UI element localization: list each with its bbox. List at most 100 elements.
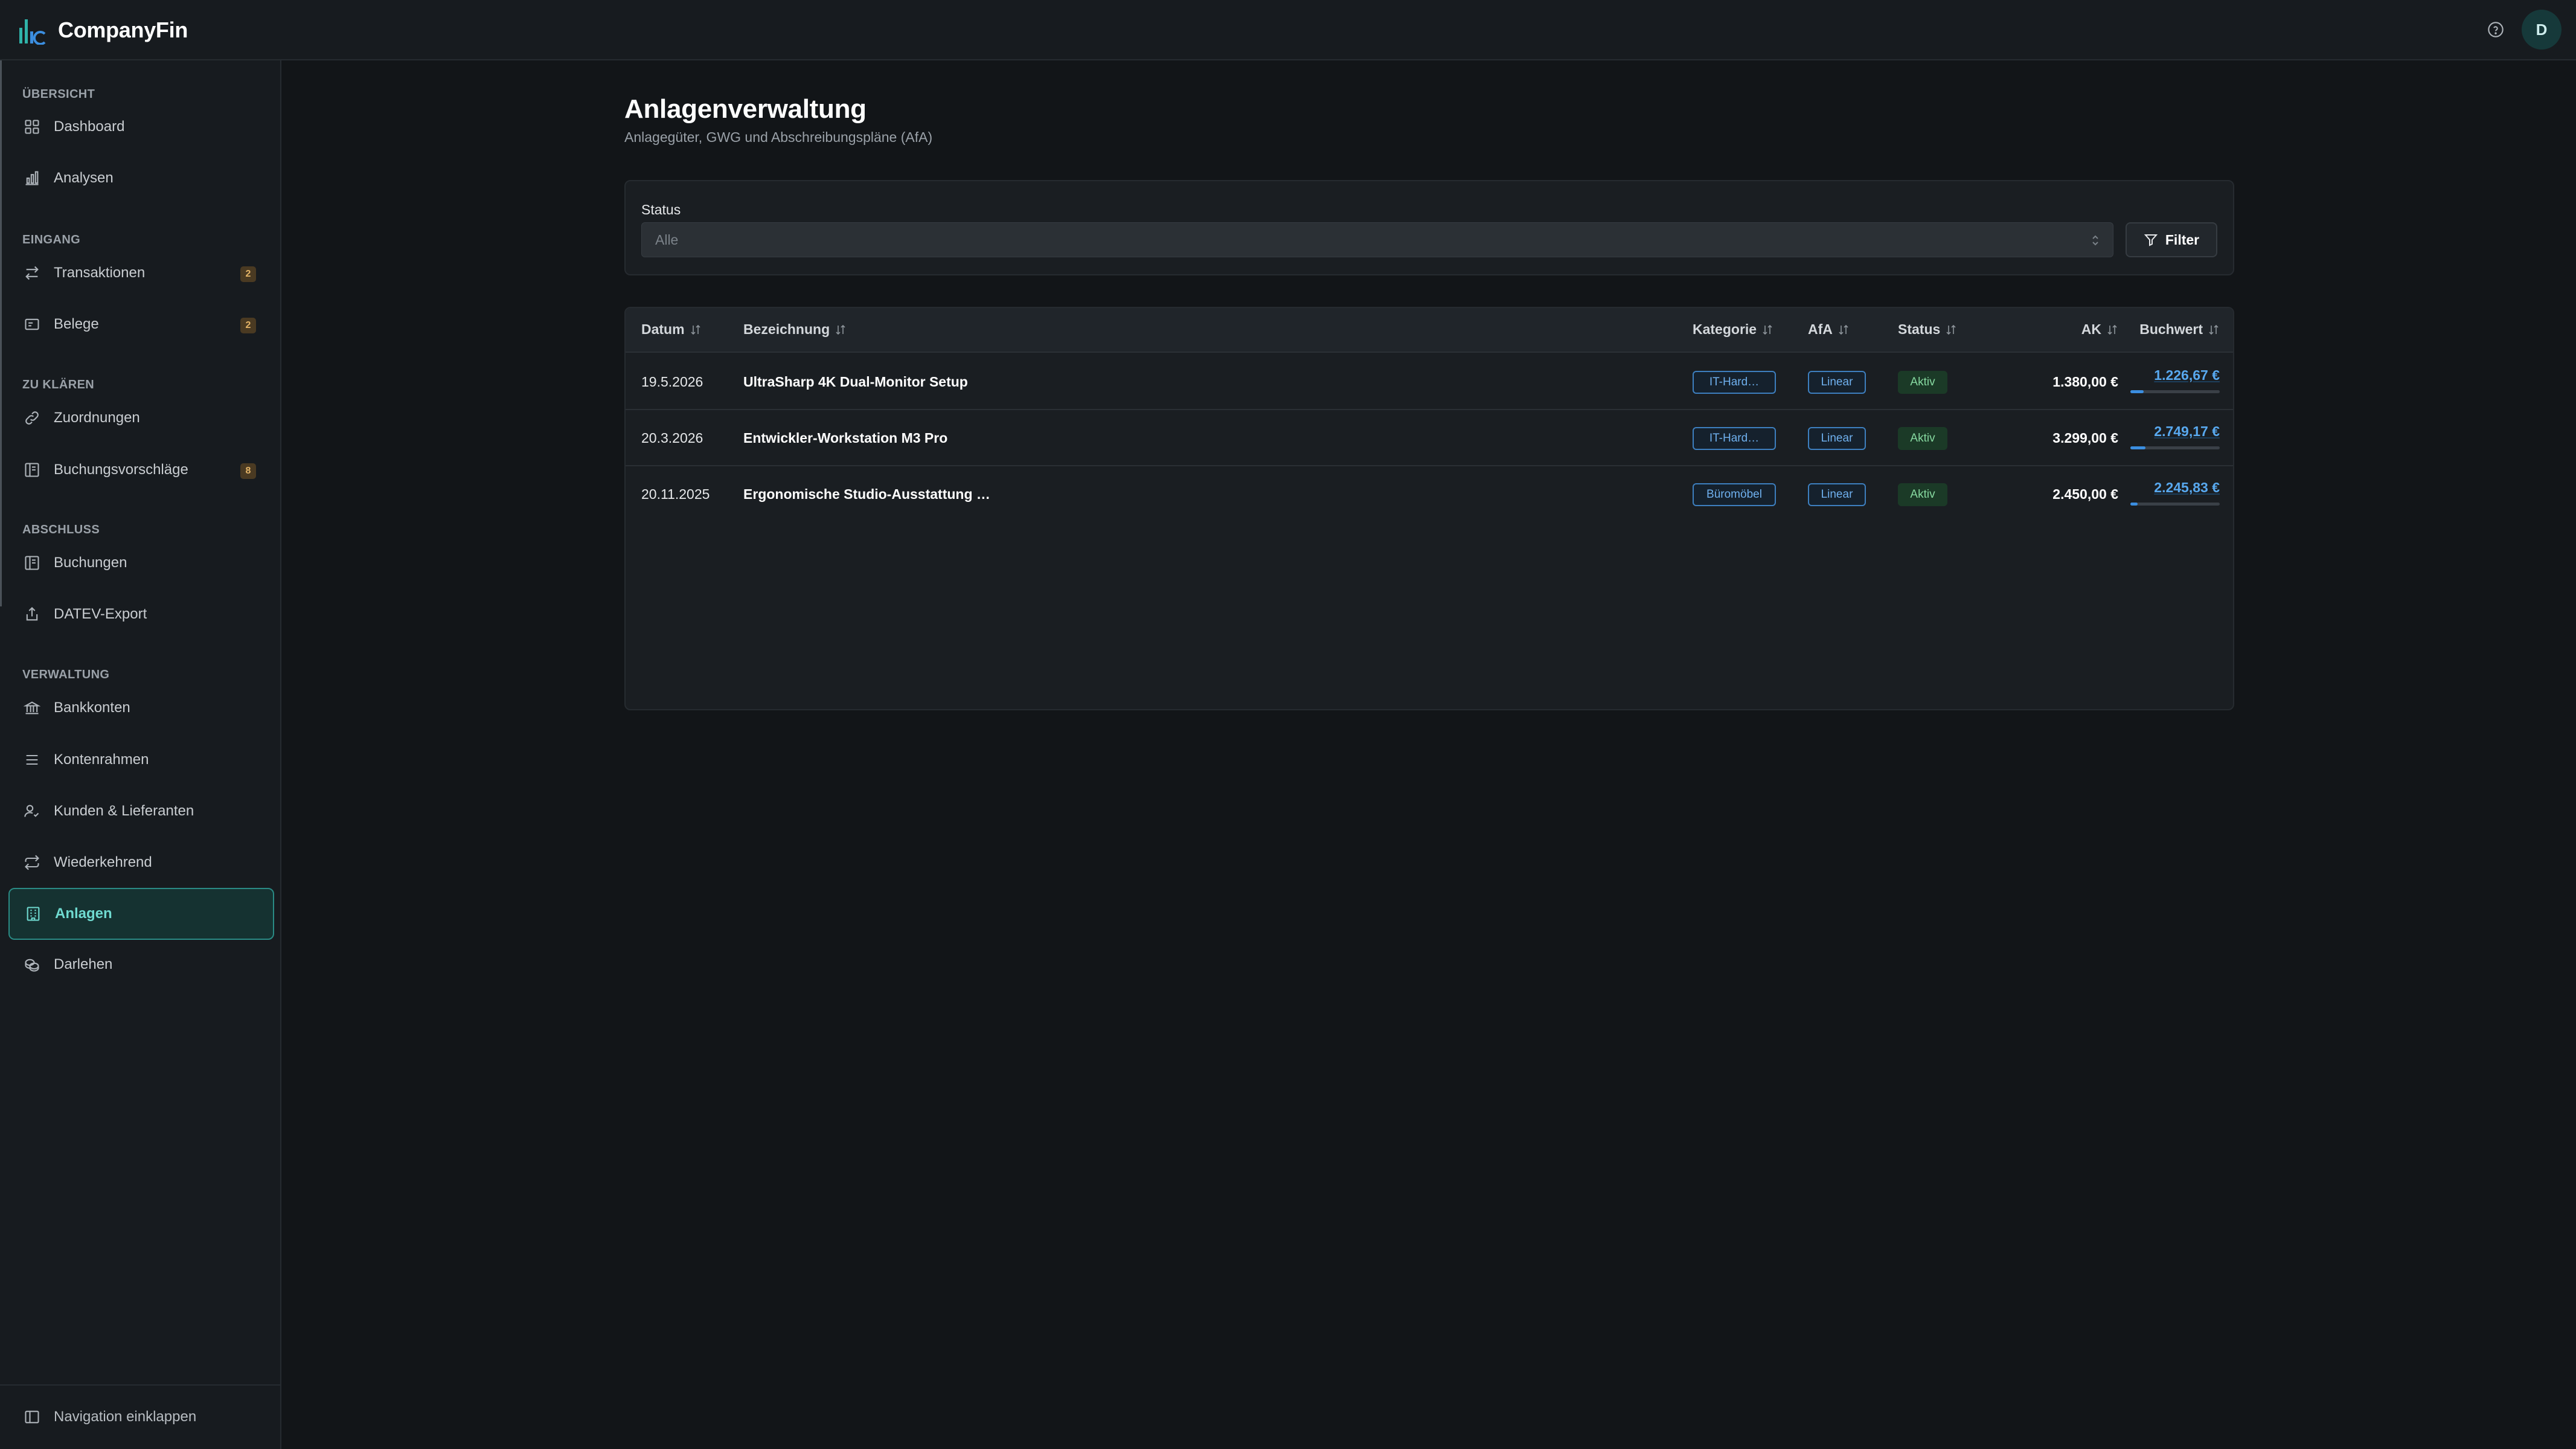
cell-name[interactable]: Ergonomische Studio-Ausstattung … [743,466,990,522]
brand[interactable]: CompanyFin [18,16,188,45]
cell-name[interactable]: Entwickler-Workstation M3 Pro [743,410,947,466]
book-value-link[interactable]: 2.749,17 € [2154,423,2220,440]
section-title-eingang: EINGANG [22,233,81,246]
status-select[interactable]: Alle [641,222,2113,257]
cell-name[interactable]: UltraSharp 4K Dual-Monitor Setup [743,354,968,410]
column-header-datum[interactable]: Datum [641,321,702,338]
column-header-afa[interactable]: AfA [1808,321,1850,338]
sidebar-item-label: Analysen [54,170,114,186]
sidebar: ÜBERSICHT Dashboard Analysen EINGANG Tra… [0,60,281,1449]
column-header-ak[interactable]: AK [2058,321,2118,338]
sidebar-item-label: Zuordnungen [54,410,140,426]
status-badge: Aktiv [1898,426,1947,450]
table-row[interactable]: 19.5.2026 UltraSharp 4K Dual-Monitor Set… [626,354,2233,410]
section-title-zu-klaeren: ZU KLÄREN [22,378,95,391]
filter-card: Status Alle Filter [624,180,2234,275]
sidebar-item-label: Wiederkehrend [54,854,152,870]
sidebar-item-label: Transaktionen [54,265,146,281]
top-bar: CompanyFin D [0,0,2576,60]
cell-ak: 2.450,00 € [2052,486,2118,502]
list-icon [26,754,38,765]
sidebar-item-label: Anlagen [55,905,112,922]
sidebar-item-darlehen[interactable]: Darlehen [8,940,274,989]
book-value-link[interactable]: 2.245,83 € [2154,480,2220,496]
cell-book-value[interactable]: 1.226,67 € [2130,354,2220,410]
column-header-label: Buchwert [2139,321,2203,337]
status-select-value: Alle [655,231,679,248]
sidebar-item-datev-export[interactable]: DATEV-Export [8,590,274,638]
cell-date: 19.5.2026 [641,374,703,390]
status-filter-label: Status [641,202,681,217]
sort-icon [2107,324,2117,335]
sidebar-scroll-indicator [0,60,2,606]
collapse-navigation-button[interactable]: Navigation einklappen [8,1399,274,1435]
receipt-icon [25,318,39,330]
book-value-bar-fill [2130,503,2138,506]
table-header: Datum Bezeichnung Kategorie AfA Status A… [626,308,2233,353]
sidebar-item-analysen[interactable]: Analysen [8,154,274,202]
sidebar-item-anlagen[interactable]: Anlagen [8,888,274,940]
building-icon [27,907,40,921]
book-value-bar-fill [2130,446,2146,449]
column-header-status[interactable]: Status [1898,321,1957,338]
coins-icon [25,959,39,972]
export-icon [26,607,38,621]
cell-date: 20.11.2025 [641,486,710,502]
user-avatar[interactable]: D [2522,10,2562,50]
count-badge: 2 [240,318,256,333]
sidebar-item-buchungsvorschlaege[interactable]: Buchungsvorschläge 8 [8,446,274,494]
sort-icon [690,324,700,335]
book-value-bar [2130,503,2220,506]
chevron-up-down-icon [2092,235,2098,246]
sidebar-collapse-icon [25,1410,39,1424]
sidebar-item-bankkonten[interactable]: Bankkonten [8,684,274,732]
status-badge: Aktiv [1898,370,1947,394]
sidebar-item-label: Dashboard [54,118,125,135]
sidebar-item-kunden-lieferanten[interactable]: Kunden & Lieferanten [8,787,274,835]
category-tag: IT-Hard… [1693,370,1776,394]
grid-icon [25,120,39,134]
sidebar-item-label: Kunden & Lieferanten [54,803,194,819]
collapse-navigation-label: Navigation einklappen [54,1409,197,1425]
page-title: Anlagenverwaltung [624,94,867,124]
table-row[interactable]: 20.3.2026 Entwickler-Workstation M3 Pro … [626,410,2233,466]
column-header-kategorie[interactable]: Kategorie [1693,321,1773,338]
sort-icon [1839,324,1848,335]
sidebar-item-label: Bankkonten [54,699,130,716]
column-header-label: Status [1898,321,1941,337]
sidebar-item-transaktionen[interactable]: Transaktionen 2 [8,249,274,297]
column-header-buchwert[interactable]: Buchwert [2127,321,2220,338]
arrows-swap-icon [25,266,39,280]
sidebar-item-buchungen[interactable]: Buchungen [8,539,274,587]
ledger-icon [25,556,39,570]
sidebar-item-dashboard[interactable]: Dashboard [8,103,274,151]
count-badge: 8 [240,463,256,479]
help-icon [2488,22,2504,37]
table-row[interactable]: 20.11.2025 Ergonomische Studio-Ausstattu… [626,466,2233,522]
sidebar-item-kontenrahmen[interactable]: Kontenrahmen [8,736,274,784]
sidebar-item-zuordnungen[interactable]: Zuordnungen [8,394,274,442]
cell-ak: 3.299,00 € [2052,430,2118,446]
link-icon [25,411,39,425]
sidebar-item-label: Buchungsvorschläge [54,461,188,478]
sidebar-item-label: DATEV-Export [54,606,147,622]
status-badge: Aktiv [1898,483,1947,506]
book-value-link[interactable]: 1.226,67 € [2154,367,2220,384]
cell-book-value[interactable]: 2.245,83 € [2130,466,2220,522]
cell-date: 20.3.2026 [641,430,703,446]
column-header-label: AfA [1808,321,1833,337]
sidebar-item-wiederkehrend[interactable]: Wiederkehrend [8,838,274,887]
cell-book-value[interactable]: 2.749,17 € [2130,410,2220,466]
sidebar-item-belege[interactable]: Belege 2 [8,300,274,349]
column-header-bezeichnung[interactable]: Bezeichnung [743,321,847,338]
filter-icon [2144,234,2158,246]
sidebar-item-label: Kontenrahmen [54,751,149,768]
sort-icon [2209,324,2219,335]
help-button[interactable] [2487,21,2505,39]
filter-button[interactable]: Filter [2126,222,2217,257]
sidebar-item-label: Darlehen [54,956,113,972]
category-tag: IT-Hard… [1693,426,1776,450]
sidebar-footer: Navigation einklappen [0,1384,280,1449]
sort-icon [1763,324,1772,335]
column-header-label: Datum [641,321,685,337]
